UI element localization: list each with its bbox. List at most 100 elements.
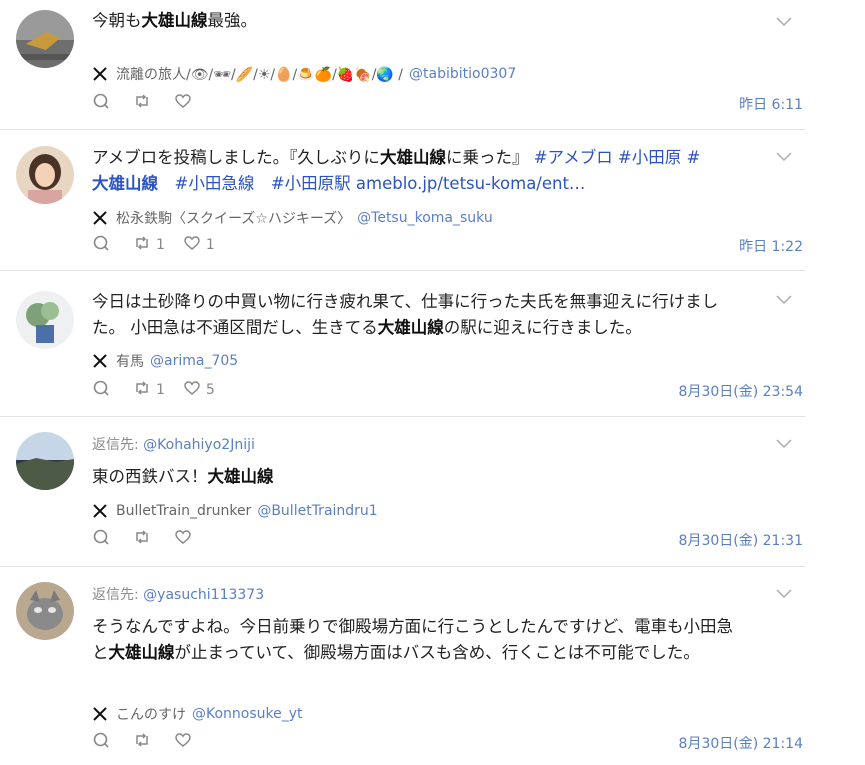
hashtag-link[interactable]: 大雄山線 [92,174,158,193]
text-segment: に乗った』 [445,148,534,167]
text-segment: 東の西鉄バス！ [92,467,208,486]
x-logo-icon [92,66,108,82]
tweet-timestamp[interactable]: 8月30日(金) 23:54 [679,381,803,401]
retweet-icon [133,731,151,753]
avatar[interactable] [16,146,74,204]
like-button[interactable] [174,731,197,753]
author-name: こんのすけ [116,707,186,723]
reply-to-handle[interactable]: @Kohahiyo2Jniji [143,437,255,453]
like-count: 5 [205,382,215,398]
author-handle[interactable]: @BulletTraindru1 [257,503,377,519]
text-segment: が止まっていて、御殿場方面はバスも含め、行くことは不可能でした。 [174,643,700,662]
heart-icon [183,234,201,256]
reply-icon [92,731,110,753]
like-button[interactable] [174,92,197,114]
tweet-card[interactable]: 返信先: @Kohahiyo2Jniji 東の西鉄バス！大雄山線 BulletT… [0,417,805,567]
reply-button[interactable] [92,234,115,256]
chevron-down-icon[interactable] [776,434,792,449]
tweet-timestamp[interactable]: 昨日 1:22 [739,236,803,256]
x-logo-icon [92,210,108,226]
tweet-actions [92,732,215,752]
retweet-button[interactable] [133,528,156,550]
tweet-author[interactable]: こんのすけ @Konnosuke_yt [92,704,303,724]
like-button[interactable]: 1 [183,234,215,256]
like-count: 1 [205,237,215,253]
avatar[interactable] [16,582,74,640]
tweet-text: 東の西鉄バス！大雄山線 [92,464,742,490]
avatar[interactable] [16,432,74,490]
tweet-timestamp[interactable]: 昨日 6:11 [739,94,803,114]
highlighted-keyword: 大雄山線 [108,643,175,662]
heart-icon [174,92,192,114]
reply-to-label: 返信先: [92,437,139,453]
avatar[interactable] [16,10,74,68]
author-handle[interactable]: @Tetsu_koma_suku [357,210,493,226]
reply-icon [92,92,110,114]
tweet-author[interactable]: 松永鉄駒〈スクイーズ☆ハジキーズ〉 @Tetsu_koma_suku [92,208,493,228]
chevron-down-icon[interactable] [776,290,792,305]
reply-button[interactable] [92,379,115,401]
tweet-actions: 1 5 [92,380,233,400]
x-logo-icon [92,353,108,369]
tweet-author[interactable]: 流離の旅人/👁/🕶/🥖/☀/🥚/🍮🍊/🍓🍖/🌏 / @tabibitio0307 [92,64,516,84]
retweet-button[interactable]: 1 [133,234,165,256]
author-name: BulletTrain_drunker [116,503,252,519]
reply-to-line: 返信先: @yasuchi113373 [92,584,264,604]
text-segment: の駅に迎えに行きました。 [443,318,642,337]
retweet-icon [133,234,151,256]
highlighted-keyword: 大雄山線 [379,148,446,167]
retweet-button[interactable] [133,731,156,753]
hashtag-link[interactable]: #アメブロ #小田原 # [534,148,701,167]
chevron-down-icon[interactable] [776,584,792,599]
text-segment: アメブロを投稿しました。『久しぶりに [92,148,380,167]
text-segment: 今朝も [92,11,142,30]
tweet-card[interactable]: 今朝も大雄山線最強。 流離の旅人/👁/🕶/🥖/☀/🥚/🍮🍊/🍓🍖/🌏 / @ta… [0,0,805,130]
avatar[interactable] [16,291,74,349]
chevron-down-icon[interactable] [776,12,792,27]
reply-to-line: 返信先: @Kohahiyo2Jniji [92,434,255,454]
tweet-card[interactable]: アメブロを投稿しました。『久しぶりに大雄山線に乗った』 #アメブロ #小田原 #… [0,130,805,271]
tweet-card[interactable]: 返信先: @yasuchi113373 そうなんですよね。今日前乗りで御殿場方面… [0,567,805,765]
heart-icon [174,528,192,550]
author-name: 流離の旅人/👁/🕶/🥖/☀/🥚/🍮🍊/🍓🍖/🌏 / [116,67,404,83]
tweet-timestamp[interactable]: 8月30日(金) 21:14 [679,733,803,753]
reply-button[interactable] [92,731,115,753]
tweet-text: 今日は土砂降りの中買い物に行き疲れ果て、仕事に行った夫氏を無事迎えに行けました。… [92,289,742,341]
retweet-button[interactable] [133,92,156,114]
retweet-icon [133,379,151,401]
retweet-count: 1 [156,237,165,253]
retweet-count: 1 [156,382,165,398]
author-name: 有馬 [116,354,144,370]
reply-button[interactable] [92,528,115,550]
reply-icon [92,528,110,550]
reply-button[interactable] [92,92,115,114]
text-segment: 最強。 [207,11,258,30]
x-logo-icon [92,706,108,722]
author-handle[interactable]: @Konnosuke_yt [192,706,303,722]
tweet-card[interactable]: 今日は土砂降りの中買い物に行き疲れ果て、仕事に行った夫氏を無事迎えに行けました。… [0,271,805,417]
author-handle[interactable]: @arima_705 [150,353,238,369]
retweet-button[interactable]: 1 [133,379,165,401]
tweet-author[interactable]: BulletTrain_drunker @BulletTraindru1 [92,501,378,521]
heart-icon [183,379,201,401]
tweet-actions: 1 1 [92,235,233,255]
heart-icon [174,731,192,753]
tweet-text: そうなんですよね。今日前乗りで御殿場方面に行こうとしたんですけど、電車も小田急と… [92,614,742,666]
like-button[interactable]: 5 [183,379,215,401]
tweet-actions [92,529,215,549]
tweet-timestamp[interactable]: 8月30日(金) 21:31 [679,530,803,550]
like-button[interactable] [174,528,197,550]
retweet-icon [133,92,151,114]
x-logo-icon [92,503,108,519]
hashtag-link[interactable]: #小田急線 #小田原駅 ameblo.jp/tetsu-koma/ent… [158,174,586,193]
tweet-text: 今朝も大雄山線最強。 [92,8,742,34]
reply-to-handle[interactable]: @yasuchi113373 [143,587,264,603]
tweet-actions [92,93,215,113]
tweet-author[interactable]: 有馬 @arima_705 [92,351,238,371]
author-name: 松永鉄駒〈スクイーズ☆ハジキーズ〉 [116,211,352,227]
chevron-down-icon[interactable] [776,147,792,162]
highlighted-keyword: 大雄山線 [207,467,274,486]
author-handle[interactable]: @tabibitio0307 [409,66,516,82]
tweet-text: アメブロを投稿しました。『久しぶりに大雄山線に乗った』 #アメブロ #小田原 #… [92,145,742,197]
highlighted-keyword: 大雄山線 [377,318,444,337]
